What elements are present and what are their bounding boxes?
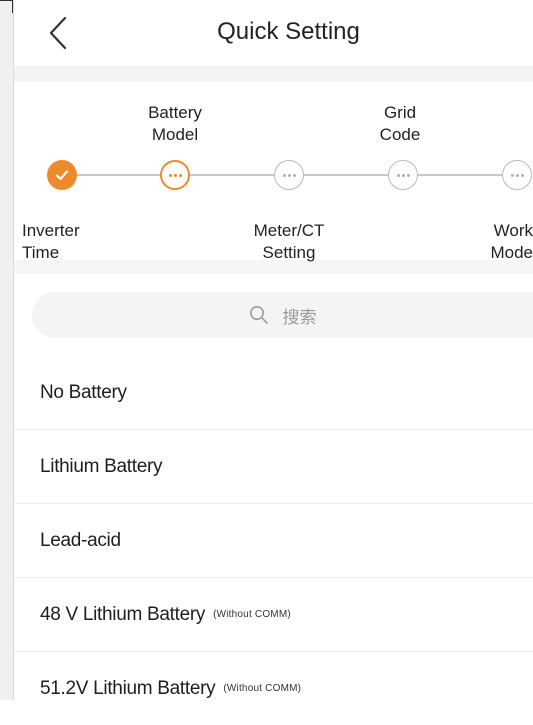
search-icon [249,306,268,324]
battery-option-label: Lead-acid [40,529,121,551]
battery-option-label: 51.2V Lithium Battery [40,677,216,699]
search-placeholder: 搜索 [282,307,317,327]
step-connector [304,174,388,176]
step-connector [418,174,502,176]
ellipsis-icon [168,173,182,177]
list-item[interactable]: Lithium Battery [14,430,533,504]
step-label-meter-ct-setting: Meter/CT Setting [253,221,325,262]
ellipsis-icon [396,173,410,177]
step-2-dot[interactable] [160,160,190,190]
device-edge [0,0,14,700]
step-label-battery-model: Battery Model [148,103,202,144]
step-1-dot[interactable] [47,160,77,190]
list-item[interactable]: No Battery [14,356,533,430]
setup-stepper: Inverter Time Battery Model Meter/CT Set… [14,82,533,262]
header: Quick Setting [14,0,533,66]
battery-option-note: (Without COMM) [213,609,291,620]
step-connector [76,174,160,176]
device-corner [0,0,13,13]
search-container: 搜索 [14,274,533,356]
battery-option-label: 48 V Lithium Battery [40,603,206,625]
step-label-grid-code: Grid Code [379,103,421,144]
step-connector [190,174,274,176]
step-3-dot[interactable] [274,160,304,190]
step-label-work-mode: Work Mode [490,221,533,262]
list-item[interactable]: 51.2V Lithium Battery (Without COMM) [14,652,533,725]
check-icon [55,170,69,181]
ellipsis-icon [510,173,524,177]
battery-model-list: No Battery Lithium Battery Lead-acid 48 … [14,356,533,725]
quick-setting-screen: Quick Setting Inverter Time Battery Mode… [14,0,533,725]
battery-option-label: Lithium Battery [40,455,163,477]
step-5-dot[interactable] [502,160,532,190]
page-title: Quick Setting [217,18,360,45]
list-item[interactable]: Lead-acid [14,504,533,578]
ellipsis-icon [282,173,296,177]
list-item[interactable]: 48 V Lithium Battery (Without COMM) [14,578,533,652]
step-4-dot[interactable] [388,160,418,190]
step-label-inverter-time: Inverter Time [22,221,80,262]
battery-option-label: No Battery [40,381,127,403]
battery-option-note: (Without COMM) [223,683,302,694]
search-input[interactable]: 搜索 [32,292,533,338]
header-divider [14,66,533,82]
